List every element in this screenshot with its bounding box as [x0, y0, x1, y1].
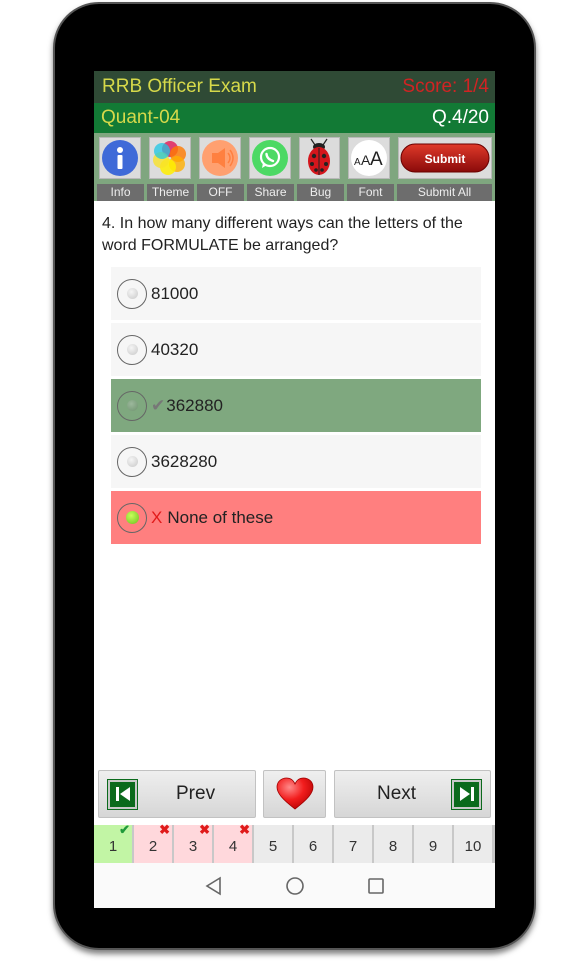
score-display: Score: 1/4 [402, 76, 489, 97]
font-label: Font [347, 184, 394, 201]
radio-button-selected[interactable] [117, 502, 147, 533]
recents-square-icon [367, 877, 384, 894]
question-cell-6[interactable]: 6 [294, 825, 332, 863]
question-number: 4 [228, 838, 238, 855]
option-text: 362880 [166, 395, 223, 415]
font-size-button[interactable]: A A A [348, 137, 391, 179]
question-cell-7[interactable]: 7 [334, 825, 372, 863]
question-cell-8[interactable]: 8 [374, 825, 412, 863]
wrong-badge-icon: ✖ [199, 822, 210, 837]
option-3-correct[interactable]: ✔ 362880 [111, 379, 481, 432]
sound-label: OFF [197, 184, 244, 201]
wrong-badge-icon: ✖ [239, 822, 250, 837]
question-number: 2 [148, 838, 158, 855]
question-number: 9 [428, 838, 438, 855]
option-text: 40320 [151, 339, 199, 359]
radio-button[interactable] [117, 278, 147, 309]
question-text: 4. In how many different ways can the le… [102, 215, 463, 254]
option-2[interactable]: 40320 [111, 323, 481, 376]
question-grid: 1 ✔ 2 ✖ 3 ✖ 4 ✖ 5 6 7 8 9 10 [94, 822, 495, 863]
title-bar: RRB Officer Exam Score: 1/4 [94, 71, 495, 103]
app-screen: RRB Officer Exam Score: 1/4 Quant-04 Q.4… [94, 71, 495, 908]
question-number: 6 [308, 838, 318, 855]
report-bug-button[interactable] [298, 137, 341, 179]
skip-previous-icon [107, 778, 138, 810]
favorite-button[interactable] [263, 770, 326, 818]
share-label: Share [247, 184, 294, 201]
question-cell-10[interactable]: 10 [454, 825, 492, 863]
next-button[interactable]: Next [334, 770, 491, 818]
app-title: RRB Officer Exam [102, 76, 257, 97]
question-cell-3[interactable]: 3 ✖ [174, 822, 212, 863]
question-number: 1 [108, 838, 118, 855]
next-label: Next [377, 783, 417, 804]
theme-icon [152, 141, 186, 175]
question-number: 10 [464, 838, 482, 855]
svg-text:A: A [370, 149, 383, 170]
question-counter: Q.4/20 [431, 107, 489, 128]
quiz-name: Quant-04 [101, 107, 181, 128]
theme-label: Theme [147, 184, 194, 201]
option-1[interactable]: 81000 [111, 267, 481, 320]
home-circle-icon [285, 876, 304, 895]
whatsapp-share-icon [251, 140, 288, 176]
submit-all-label: Submit All [397, 184, 492, 201]
wrong-badge-icon: ✖ [159, 822, 170, 837]
question-cell-9[interactable]: 9 [414, 825, 452, 863]
info-button[interactable] [99, 137, 141, 179]
back-triangle-icon [204, 876, 221, 895]
bug-label: Bug [297, 184, 344, 201]
question-cell-1[interactable]: 1 ✔ [94, 822, 132, 863]
question-number: 3 [188, 838, 198, 855]
prev-button[interactable]: Prev [98, 770, 256, 818]
svg-text:A: A [354, 157, 361, 168]
heart-icon [276, 777, 313, 810]
question-number: 8 [388, 838, 398, 855]
system-navigation-bar [94, 863, 495, 908]
navigation-bar: Prev Next [94, 768, 495, 820]
quiz-info-bar: Quant-04 Q.4/20 [94, 103, 495, 133]
radio-button[interactable] [117, 390, 147, 421]
info-label: Info [97, 184, 144, 201]
prev-label: Prev [176, 783, 216, 804]
back-button[interactable] [204, 876, 223, 896]
question-cell-4[interactable]: 4 ✖ [214, 822, 252, 863]
speaker-icon [201, 140, 238, 176]
font-size-icon: A A A [351, 140, 388, 176]
skip-next-icon [451, 778, 483, 810]
info-icon [101, 140, 138, 176]
question-cell-2[interactable]: 2 ✖ [134, 822, 172, 863]
check-icon: ✔ [151, 395, 166, 415]
option-5-wrong-selected[interactable]: X None of these [111, 491, 481, 544]
submit-button-text: Submit [425, 152, 466, 166]
home-button[interactable] [285, 876, 305, 896]
submit-button[interactable]: Submit [398, 137, 492, 179]
correct-badge-icon: ✔ [119, 822, 130, 837]
option-text: None of these [167, 507, 274, 527]
sound-toggle-button[interactable] [198, 137, 241, 179]
question-cell-5[interactable]: 5 [254, 825, 292, 863]
option-4[interactable]: 3628280 [111, 435, 481, 488]
toolbar: A A A Submit Info Theme OFF Share Bug Fo… [94, 133, 495, 201]
radio-button[interactable] [117, 334, 147, 365]
option-text: 3628280 [151, 451, 218, 471]
submit-icon: Submit [400, 143, 490, 173]
share-button[interactable] [248, 137, 291, 179]
question-number: 7 [348, 838, 358, 855]
option-text: 81000 [151, 283, 199, 303]
radio-button[interactable] [117, 446, 147, 477]
theme-button[interactable] [148, 137, 191, 179]
answer-options: 81000 40320 ✔ 362880 3628280 X None of t… [94, 267, 495, 544]
ladybug-icon [308, 138, 331, 175]
recents-button[interactable] [367, 877, 385, 895]
wrong-icon: X [151, 507, 163, 527]
question-number: 5 [268, 838, 278, 855]
